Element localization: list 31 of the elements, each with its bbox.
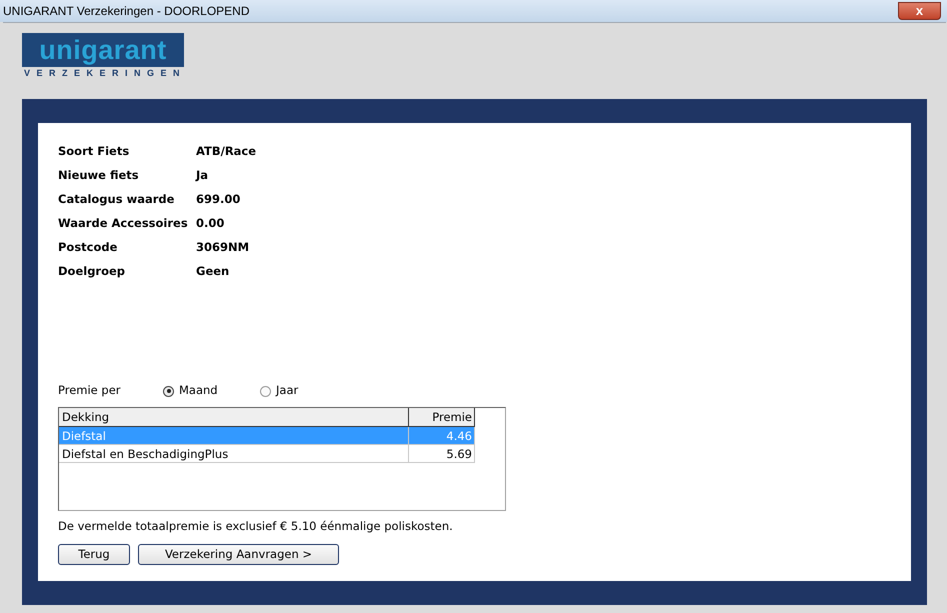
back-button[interactable]: Terug: [58, 544, 130, 566]
field-value: 699.00: [196, 191, 240, 208]
field-value: 3069NM: [196, 239, 250, 256]
column-header[interactable]: Dekking: [59, 408, 409, 426]
field-label: Soort Fiets: [58, 143, 130, 160]
apply-button[interactable]: Verzekering Aanvragen >: [138, 544, 339, 566]
table-row[interactable]: Diefstal en BeschadigingPlus 5.69: [59, 445, 475, 463]
field-label: Postcode: [58, 239, 118, 256]
field-value: Geen: [196, 263, 230, 280]
field-label: Waarde Accessoires: [58, 215, 189, 232]
radio-button[interactable]: [163, 386, 174, 396]
logo-tagline: VERZEKERINGEN: [23, 67, 184, 79]
field-label: Nieuwe fiets: [58, 167, 140, 184]
window-title: UNIGARANT Verzekeringen - DOORLOPEND: [2, 3, 250, 20]
table-cell: Diefstal en BeschadigingPlus: [59, 445, 409, 462]
logo-wordmark: unigarant: [22, 33, 184, 67]
column-header[interactable]: Premie: [409, 408, 475, 426]
table-cell: 4.46: [409, 427, 475, 444]
radio-label[interactable]: Maand: [179, 382, 218, 400]
premium-period-label: Premie per: [58, 382, 122, 400]
table-cell: Diefstal: [59, 427, 409, 444]
table-cell: 5.69: [409, 445, 475, 462]
costs-note: De vermelde totaalpremie is exclusief € 5.10 éénmalige poliskosten.: [58, 518, 454, 535]
close-button[interactable]: x: [898, 2, 941, 20]
radio-button[interactable]: [260, 386, 271, 396]
field-label: Doelgroep: [58, 263, 126, 280]
field-value: Ja: [196, 167, 208, 184]
field-label: Catalogus waarde: [58, 191, 176, 208]
field-value: 0.00: [196, 215, 224, 232]
field-value: ATB/Race: [196, 143, 256, 160]
radio-label[interactable]: Jaar: [276, 382, 298, 400]
